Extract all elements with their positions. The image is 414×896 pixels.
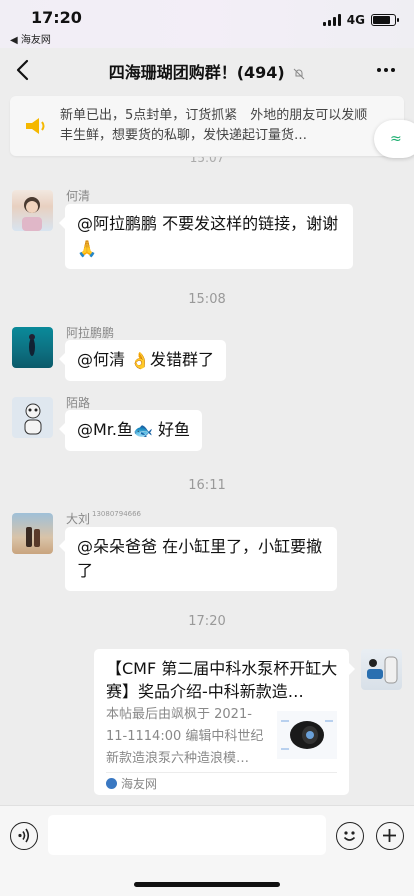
message-text: 发错群了 <box>150 350 215 369</box>
scroll-to-mention-button[interactable]: ≈ <box>374 120 414 158</box>
timestamp: 16:11 <box>188 478 226 493</box>
chat-header: 四海珊瑚团购群！(494) <box>0 48 414 92</box>
message-input[interactable] <box>48 815 326 855</box>
message-text: @何清 <box>77 350 131 369</box>
chat-title: 四海珊瑚团购群！(494) <box>0 59 414 83</box>
signal-icon <box>322 14 341 26</box>
partial-timestamp: 15:07 <box>189 157 225 165</box>
home-indicator[interactable] <box>134 882 280 887</box>
battery-icon <box>371 14 399 26</box>
double-chevron-up-icon: ≈ <box>390 131 402 147</box>
sender-name: 阿拉鹏鹏 <box>66 326 115 340</box>
emoji-button[interactable] <box>336 822 364 850</box>
avatar[interactable] <box>12 397 53 438</box>
mute-bell-icon <box>293 68 305 79</box>
card-source: 海友网 <box>106 775 157 792</box>
card-divider <box>106 772 337 773</box>
message-text: @阿拉鹏鹏 不要发这样的链接，谢谢 <box>77 214 339 233</box>
message-bubble[interactable]: @阿拉鹏鹏 不要发这样的链接，谢谢 🙏 <box>59 204 353 269</box>
card-source-label: 海友网 <box>121 777 158 791</box>
plus-icon <box>383 829 396 842</box>
self-avatar[interactable] <box>361 649 402 690</box>
sender-name: 何清 <box>66 189 91 203</box>
message-text: 好鱼 <box>152 420 191 439</box>
sender-name: 陌路 <box>66 396 91 410</box>
fish-icon: 🐟 <box>133 420 153 440</box>
message-text: @Mr.鱼 <box>77 420 134 439</box>
message-bubble[interactable]: @何清 👌发错群了 <box>58 340 227 381</box>
avatar[interactable] <box>12 327 53 368</box>
back-to-app-link[interactable]: ◀ 海友网 <box>10 31 51 46</box>
pump-thumbnail-icon <box>277 711 337 759</box>
pray-hands-icon: 🙏 <box>77 238 97 258</box>
status-time: 17:20 <box>31 8 82 27</box>
status-bar: 17:20 ◀ 海友网 4G <box>0 0 414 48</box>
message-bubble[interactable]: @Mr.鱼🐟 好鱼 <box>58 410 203 451</box>
timestamp: 15:08 <box>188 292 226 307</box>
sender-name-text: 大刘 <box>66 512 91 526</box>
chat-title-text: 四海珊瑚团购群！(494) <box>108 63 285 82</box>
link-card[interactable]: 【CMF 第二届中科水泵杯开缸大赛】奖品介绍-中科新款造… 本帖最后由飒枫于 2… <box>94 649 355 795</box>
status-indicators: 4G <box>322 13 399 27</box>
megaphone-icon <box>26 118 45 134</box>
avatar[interactable] <box>12 513 53 554</box>
message-bubble[interactable]: @朵朵爸爸 在小缸里了，小缸要撤了 <box>59 527 337 591</box>
card-description: 本帖最后由飒枫于 2021-11-1114:00 编辑中科世纪新款造浪泵六种造浪… <box>106 707 264 766</box>
message-text: @朵朵爸爸 在小缸里了，小缸要撤了 <box>77 537 323 580</box>
timestamp: 17:20 <box>188 614 226 629</box>
avatar[interactable] <box>12 190 53 231</box>
smiley-icon <box>343 831 356 841</box>
more-functions-button[interactable] <box>376 822 404 850</box>
more-options-button[interactable] <box>374 60 398 80</box>
network-label: 4G <box>346 13 365 27</box>
card-title: 【CMF 第二届中科水泵杯开缸大赛】奖品介绍-中科新款造… <box>106 659 338 701</box>
group-announcement[interactable]: 新单已出，5点封单，订货抓紧 外地的朋友可以发顺丰生鲜，想要货的私聊，发快递起订… <box>10 96 404 156</box>
sender-name: 大刘 13080794666 <box>66 510 141 527</box>
announcement-text: 新单已出，5点封单，订货抓紧 外地的朋友可以发顺丰生鲜，想要货的私聊，发快递起订… <box>60 108 368 143</box>
site-logo-icon <box>106 778 117 789</box>
ok-hand-icon: 👌 <box>130 350 151 370</box>
sender-phone: 13080794666 <box>92 510 142 518</box>
voice-input-button[interactable] <box>10 822 38 850</box>
voice-wave-icon <box>18 828 30 843</box>
